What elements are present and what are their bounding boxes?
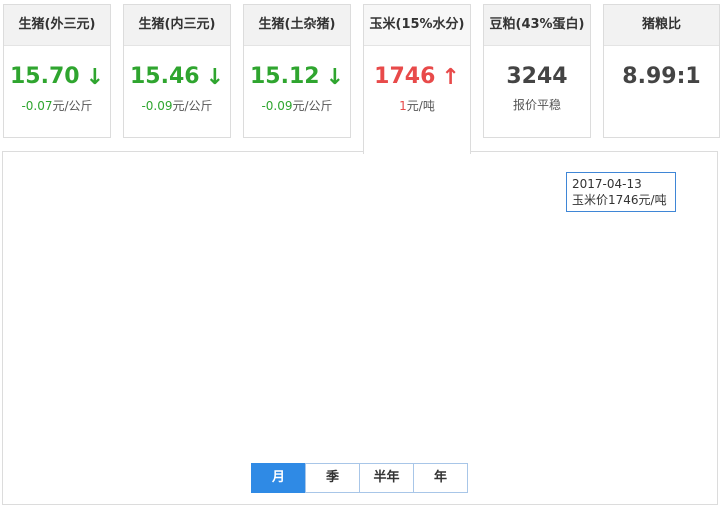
tab-year[interactable]: 年 <box>413 463 468 493</box>
range-tabs: 月 季 半年 年 <box>251 463 468 493</box>
price-card-selected[interactable]: 玉米(15%水分) 1746 ↑ 1元/吨 <box>363 4 471 154</box>
tooltip-text: 玉米价1746元/吨 <box>572 193 667 207</box>
tooltip-date: 2017-04-13 <box>572 177 642 191</box>
tab-half-year[interactable]: 半年 <box>359 463 414 493</box>
chart-tooltip: 2017-04-13 玉米价1746元/吨 <box>566 172 676 212</box>
tab-quarter[interactable]: 季 <box>305 463 360 493</box>
card-value: 1746 <box>374 64 436 89</box>
card-unit: 元/吨 <box>406 99 435 113</box>
tab-month[interactable]: 月 <box>251 463 306 493</box>
card-title: 玉米(15%水分) <box>364 5 470 46</box>
arrow-up-icon: ↑ <box>441 65 460 90</box>
card-change: 1 <box>399 99 407 113</box>
